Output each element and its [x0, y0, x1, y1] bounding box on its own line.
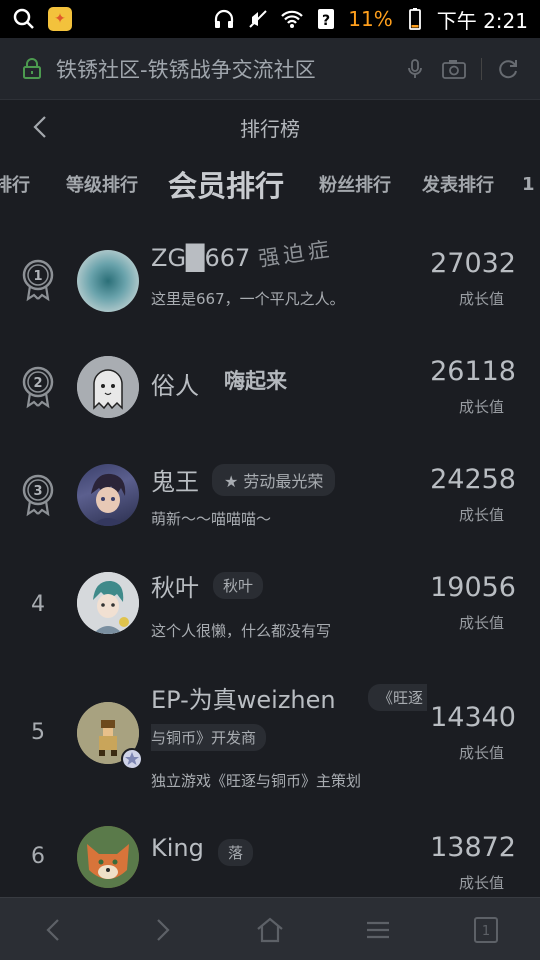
rank-medal-icon: 1 [22, 259, 54, 302]
signal-unknown-icon: ? [318, 9, 335, 29]
user-badge: 秋叶 [213, 572, 264, 599]
rank-number: 6 [31, 843, 45, 869]
page-url-title[interactable]: 铁锈社区-铁锈战争交流社区 [56, 54, 403, 84]
signature: 独立游戏《旺逐与铜币》主策划 [151, 772, 362, 790]
username[interactable]: King [151, 834, 204, 862]
tab-partial-left[interactable]: 排行 [0, 154, 30, 214]
microphone-icon[interactable] [403, 57, 427, 81]
user-badge-continued: 与铜币》开发商 [151, 724, 267, 751]
username[interactable]: ZG█667 [151, 244, 250, 272]
signature: 萌新～～喵喵喵～ [151, 510, 272, 528]
list-item[interactable]: 5 EP-为真weizhen 《旺逐 与铜币》开发商 独立游戏《旺逐与铜币》主策… [0, 676, 540, 822]
browser-bottom-toolbar: 1 [0, 897, 540, 960]
page-title: 排行榜 [240, 116, 300, 141]
rank-medal-icon: 3 [22, 474, 54, 517]
score-label: 成长值 [458, 398, 504, 416]
rank-number: 5 [31, 719, 45, 745]
score-label: 成长值 [458, 290, 504, 308]
tab-posts-ranking[interactable]: 发表排行 [422, 154, 494, 214]
username[interactable]: 秋叶 [151, 568, 199, 603]
svg-text:1: 1 [33, 269, 42, 284]
user-badge: ★ 劳动最光荣 [212, 464, 336, 496]
app-notification-icon: ✦ [48, 7, 72, 31]
list-item[interactable]: 3 鬼王 ★ 劳动最光荣 萌新～～喵喵喵～ 24258 成长值 [0, 460, 540, 568]
tab-partial-right[interactable]: 1 [522, 154, 535, 214]
avatar[interactable] [77, 826, 139, 888]
back-icon[interactable] [38, 914, 70, 946]
clock: 下午 2:21 [436, 8, 528, 33]
svg-text:3: 3 [33, 484, 42, 499]
score-label: 成长值 [458, 874, 504, 892]
tab-level-ranking[interactable]: 等级排行 [66, 154, 138, 214]
score-value: 14340 [430, 702, 516, 733]
rank-medal-icon: 2 [22, 366, 54, 409]
svg-text:?: ? [322, 13, 330, 29]
score-value: 24258 [430, 464, 516, 495]
battery-percentage: 11% [348, 7, 393, 31]
signature: 这里是667，一个平凡之人。 [151, 290, 345, 308]
status-bar: ✦ ? 11% 下午 2:21 [0, 0, 540, 38]
mute-icon [249, 10, 267, 28]
svg-text:1: 1 [482, 924, 490, 939]
score-value: 13872 [430, 832, 516, 863]
camera-icon[interactable] [441, 57, 467, 81]
verified-star-icon [121, 748, 143, 770]
list-item[interactable]: 4 秋叶 秋叶 这个人很懒，什么都没有写 19056 成长值 [0, 568, 540, 676]
tabs-count-icon[interactable]: 1 [470, 914, 502, 946]
list-item[interactable]: 1 ZG█667 强迫症 这里是667，一个平凡之人。 27032 成长值 [0, 237, 540, 352]
score-label: 成长值 [458, 744, 504, 762]
score-value: 26118 [430, 356, 516, 387]
signature: 这个人很懒，什么都没有写 [151, 622, 332, 640]
avatar[interactable] [77, 356, 139, 418]
fox-avatar-icon [77, 826, 139, 888]
home-icon[interactable] [254, 914, 286, 946]
avatar[interactable] [77, 702, 143, 770]
ghost-avatar-icon [77, 356, 139, 418]
lock-icon [23, 57, 41, 79]
list-item[interactable]: 6 King 落 13872 成长值 [0, 822, 540, 900]
username-decoration: 嗨起来 [224, 369, 287, 393]
anime-avatar-icon [91, 473, 126, 526]
forward-icon[interactable] [146, 914, 178, 946]
tab-member-ranking[interactable]: 会员排行 [168, 154, 284, 214]
username-decoration: 强迫症 [256, 236, 335, 272]
refresh-icon[interactable] [496, 57, 520, 81]
avatar[interactable] [77, 250, 139, 312]
score-value: 19056 [430, 572, 516, 603]
browser-address-bar[interactable]: 铁锈社区-铁锈战争交流社区 [0, 38, 540, 100]
wifi-icon [281, 10, 304, 28]
svg-text:2: 2 [33, 376, 42, 391]
menu-icon[interactable] [362, 914, 394, 946]
rank-number: 4 [31, 591, 45, 617]
headphones-icon [215, 9, 234, 28]
back-arrow-icon[interactable] [28, 114, 54, 140]
score-label: 成长值 [458, 506, 504, 524]
avatar[interactable] [77, 572, 139, 634]
user-badge: 落 [218, 839, 254, 866]
avatar[interactable] [77, 464, 139, 526]
username[interactable]: EP-为真weizhen [151, 680, 336, 715]
username[interactable]: 鬼王 [151, 462, 199, 497]
anime-avatar-icon [77, 572, 139, 634]
search-icon [13, 8, 34, 29]
tab-fans-ranking[interactable]: 粉丝排行 [319, 154, 391, 214]
battery-icon [408, 8, 421, 30]
score-label: 成长值 [458, 614, 504, 632]
username[interactable]: 俗人 [151, 366, 199, 401]
page-header: 排行榜 [0, 100, 540, 154]
ranking-tabs: 排行 等级排行 会员排行 粉丝排行 发表排行 1 [0, 154, 540, 214]
list-item[interactable]: 2 俗人 嗨起来 26118 成长值 [0, 352, 540, 460]
address-bar-divider [481, 57, 482, 80]
score-value: 27032 [430, 248, 516, 279]
